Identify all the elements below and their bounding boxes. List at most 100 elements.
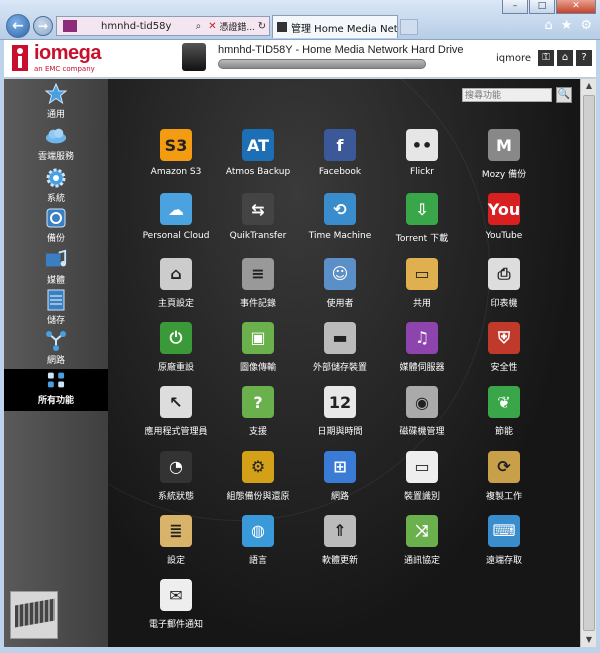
feature-item[interactable]: You YouTube — [464, 193, 544, 241]
feature-icon: ⟲ — [324, 193, 356, 226]
feature-item[interactable]: •• Flickr — [382, 129, 462, 177]
feature-item[interactable]: f Facebook — [300, 129, 380, 177]
search-icon[interactable]: ⌕ — [191, 21, 205, 32]
feature-item[interactable]: ⤨ 通訊協定 — [382, 514, 462, 566]
keyboard-image — [15, 598, 55, 628]
feature-item[interactable]: ⇆ QuikTransfer — [218, 193, 298, 241]
feature-label: 裝置識別 — [403, 491, 440, 502]
feature-item[interactable]: ♫ 媒體伺服器 — [382, 321, 462, 373]
feature-icon: ⎙ — [488, 257, 520, 290]
feature-item[interactable]: ↖ 應用程式管理員 — [136, 386, 216, 437]
feature-item[interactable]: 12 日期與時間 — [300, 386, 380, 437]
logout-key-icon[interactable]: ⚿ — [538, 50, 554, 66]
feature-label: 複製工作 — [485, 491, 522, 502]
feature-icon: ▭ — [406, 257, 438, 290]
sidebar-item-network[interactable]: 網路 — [4, 329, 108, 369]
feature-item[interactable]: ☺ 使用者 — [300, 257, 380, 309]
window-controls: – □ ✕ — [502, 0, 596, 14]
favorites-star-icon[interactable]: ★ — [561, 18, 573, 33]
home-button[interactable]: ⌂ — [557, 50, 573, 66]
feature-item[interactable]: ⟳ 複製工作 — [464, 450, 544, 502]
certificate-error-icon[interactable]: ✕ — [205, 21, 219, 32]
help-button[interactable]: ? — [576, 50, 592, 66]
tools-gear-icon[interactable]: ⚙ — [580, 18, 592, 33]
iomega-logo-icon — [12, 45, 28, 71]
feature-label: Personal Cloud — [142, 231, 210, 242]
feature-item[interactable]: ⌂ 主頁設定 — [136, 257, 216, 309]
feature-item[interactable]: ◍ 語言 — [218, 514, 298, 566]
feature-item[interactable]: ? 支援 — [218, 386, 298, 437]
feature-item[interactable]: ◉ 磁碟機管理 — [382, 386, 462, 437]
sidebar-label: 所有功能 — [37, 396, 74, 406]
feature-item[interactable]: ⛨ 安全性 — [464, 321, 544, 373]
search-input[interactable] — [462, 88, 552, 102]
feature-label: 原廠重設 — [157, 362, 194, 373]
device-title: hmnhd-TID58Y - Home Media Network Hard D… — [218, 44, 464, 56]
feature-item[interactable]: ✉ 電子郵件通知 — [136, 579, 216, 630]
scroll-down-arrow-icon[interactable]: ▼ — [581, 633, 597, 647]
scroll-thumb[interactable] — [583, 95, 595, 631]
browser-tab-active[interactable]: 管理 Home Media Netwo... ✕ — [272, 15, 398, 38]
maximize-button[interactable]: □ — [529, 0, 555, 14]
sidebar-item-media[interactable]: 媒體 — [4, 249, 108, 289]
feature-label: Atmos Backup — [225, 167, 291, 177]
feature-item[interactable]: ☁ Personal Cloud — [136, 193, 216, 241]
close-window-button[interactable]: ✕ — [556, 0, 596, 14]
browser-toolbar: ⌂ ★ ⚙ — [544, 18, 592, 33]
feature-item[interactable]: ⇩ Torrent 下載 — [382, 193, 462, 244]
cloud-icon — [45, 125, 67, 147]
feature-item[interactable]: ≣ 設定 — [136, 514, 216, 566]
storage-icon — [45, 289, 67, 311]
back-button[interactable]: ← — [6, 14, 30, 38]
feature-label: Torrent 下載 — [395, 234, 449, 245]
feature-item[interactable]: ≡ 事件記錄 — [218, 257, 298, 309]
search-button[interactable]: 🔍 — [556, 87, 572, 103]
address-text[interactable]: hmnhd-tid58y — [81, 21, 191, 32]
sidebar-label: 系統 — [46, 194, 65, 204]
feature-item[interactable]: S3 Amazon S3 — [136, 129, 216, 177]
forward-button[interactable]: → — [33, 16, 53, 36]
feature-icon: ☁ — [160, 193, 192, 226]
feature-label: YouTube — [485, 231, 523, 242]
feature-item[interactable]: ⚙ 組態備份與還原 — [218, 450, 298, 502]
sidebar-item-cloud[interactable]: 雲端服務 — [4, 125, 108, 165]
feature-icon: f — [324, 129, 356, 161]
backup-icon — [45, 207, 67, 229]
minimize-button[interactable]: – — [502, 0, 528, 14]
refresh-icon[interactable]: ↻ — [255, 21, 269, 32]
scroll-up-arrow-icon[interactable]: ▲ — [581, 79, 597, 93]
feature-item[interactable]: AT Atmos Backup — [218, 129, 298, 177]
feature-item[interactable]: ⊞ 網路 — [300, 450, 380, 502]
tab-favicon-icon — [277, 22, 287, 32]
address-bar[interactable]: hmnhd-tid58y ⌕ ✕ 憑證錯... ↻ — [56, 16, 270, 36]
feature-icon: ✉ — [160, 579, 192, 612]
feature-item[interactable]: ▣ 圖像傳輸 — [218, 321, 298, 373]
feature-item[interactable]: ⏻ 原廠重設 — [136, 321, 216, 373]
vertical-scrollbar[interactable]: ▲ ▼ — [580, 79, 596, 647]
feature-item[interactable]: ⌨ 遠端存取 — [464, 514, 544, 566]
feature-item[interactable]: ◔ 系統狀態 — [136, 450, 216, 502]
feature-item[interactable]: ▬ 外部儲存裝置 — [300, 321, 380, 373]
logo-subtitle: an EMC company — [34, 65, 95, 73]
app-header: iomega an EMC company hmnhd-TID58Y - Hom… — [4, 40, 596, 78]
new-tab-button[interactable] — [400, 19, 418, 35]
sidebar-item-backup[interactable]: 備份 — [4, 207, 108, 247]
sidebar-item-all-features[interactable]: 所有功能 — [4, 369, 108, 411]
feature-item[interactable]: ⇑ 軟體更新 — [300, 514, 380, 566]
feature-item[interactable]: ⟲ Time Machine — [300, 193, 380, 241]
sidebar-item-storage[interactable]: 儲存 — [4, 289, 108, 329]
feature-label: 電子郵件通知 — [148, 620, 203, 631]
feature-item[interactable]: ▭ 共用 — [382, 257, 462, 309]
certificate-error-text[interactable]: 憑證錯... — [219, 20, 255, 33]
feature-item[interactable]: ❦ 節能 — [464, 386, 544, 437]
feature-item[interactable]: ⎙ 印表機 — [464, 257, 544, 309]
sidebar-item-system[interactable]: 系統 — [4, 167, 108, 207]
feature-icon: ⇆ — [242, 193, 274, 226]
gear-icon — [45, 167, 67, 189]
feature-icon: ◉ — [406, 386, 438, 419]
feature-item[interactable]: ▭ 裝置識別 — [382, 450, 462, 502]
feature-item[interactable]: M Mozy 備份 — [464, 129, 544, 180]
feature-icon: ⤨ — [406, 514, 438, 547]
sidebar-item-general[interactable]: 通用 — [4, 83, 108, 123]
home-icon[interactable]: ⌂ — [544, 18, 552, 33]
